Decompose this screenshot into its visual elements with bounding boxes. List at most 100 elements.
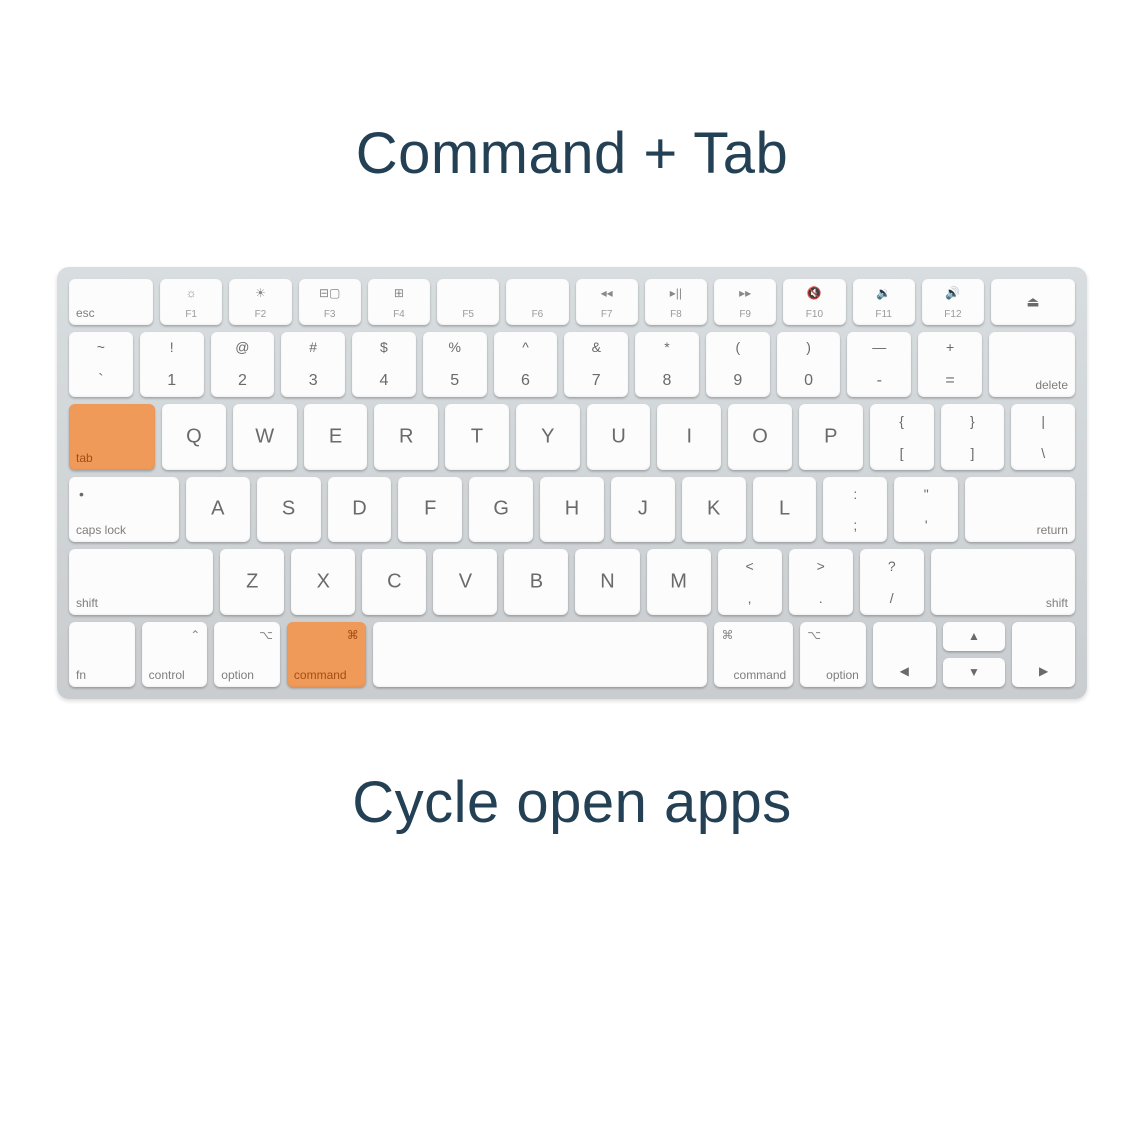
key-option-left[interactable]: ⌥option	[214, 622, 280, 687]
key-arrow-right[interactable]: ▶	[1012, 622, 1075, 687]
key-m[interactable]: M	[647, 549, 711, 614]
key-eject[interactable]: ⏏	[991, 279, 1075, 325]
key-return[interactable]: return	[965, 477, 1075, 542]
key-f6[interactable]: F6	[506, 279, 568, 325]
key-k[interactable]: K	[682, 477, 746, 542]
key-e[interactable]: E	[304, 404, 368, 469]
key-9[interactable]: (9	[706, 332, 770, 397]
key-caps-lock[interactable]: •caps lock	[69, 477, 179, 542]
key-lower: 2	[211, 372, 275, 390]
key-label: tab	[76, 451, 93, 465]
key-l[interactable]: L	[753, 477, 817, 542]
key-s[interactable]: S	[257, 477, 321, 542]
key-f1[interactable]: ☼F1	[160, 279, 222, 325]
key-f5[interactable]: F5	[437, 279, 499, 325]
key-label: Z	[246, 570, 258, 593]
key-p[interactable]: P	[799, 404, 863, 469]
key-quote[interactable]: "'	[894, 477, 958, 542]
key-f9[interactable]: ▸▸F9	[714, 279, 776, 325]
key-arrow-left[interactable]: ◀	[873, 622, 936, 687]
key-f11[interactable]: 🔉F11	[853, 279, 915, 325]
key-y[interactable]: Y	[516, 404, 580, 469]
key-lower: 4	[352, 372, 416, 390]
key-f10[interactable]: 🔇F10	[783, 279, 845, 325]
key-delete[interactable]: delete	[989, 332, 1075, 397]
key-shift-left[interactable]: shift	[69, 549, 213, 614]
key-6[interactable]: ^6	[494, 332, 558, 397]
key-label: F2	[229, 309, 291, 320]
key-label: J	[638, 498, 648, 521]
key-3[interactable]: #3	[281, 332, 345, 397]
key-z[interactable]: Z	[220, 549, 284, 614]
arrow-left-icon: ◀	[900, 664, 909, 678]
key-d[interactable]: D	[328, 477, 392, 542]
key-o[interactable]: O	[728, 404, 792, 469]
key-0[interactable]: )0	[777, 332, 841, 397]
key-1[interactable]: !1	[140, 332, 204, 397]
key-command-left[interactable]: ⌘ command	[287, 622, 366, 687]
key-n[interactable]: N	[575, 549, 639, 614]
key-h[interactable]: H	[540, 477, 604, 542]
key-label: A	[211, 498, 224, 521]
key-semicolon[interactable]: :;	[823, 477, 887, 542]
key-f8[interactable]: ▸||F8	[645, 279, 707, 325]
key-label: H	[565, 498, 579, 521]
key-u[interactable]: U	[587, 404, 651, 469]
key-tab[interactable]: tab	[69, 404, 155, 469]
key-period[interactable]: >.	[789, 549, 853, 614]
key-f3[interactable]: ⊟▢F3	[299, 279, 361, 325]
shortcut-description: Cycle open apps	[352, 769, 792, 836]
key-5[interactable]: %5	[423, 332, 487, 397]
key-label: command	[294, 668, 347, 682]
key-c[interactable]: C	[362, 549, 426, 614]
key-8[interactable]: *8	[635, 332, 699, 397]
key-f4[interactable]: ⊞F4	[368, 279, 430, 325]
key-bracket-right[interactable]: }]	[941, 404, 1005, 469]
key-icon: ☀	[229, 286, 291, 300]
key-command-right[interactable]: ⌘command	[714, 622, 793, 687]
key-comma[interactable]: <,	[718, 549, 782, 614]
key-control[interactable]: ⌃control	[142, 622, 208, 687]
key-f12[interactable]: 🔊F12	[922, 279, 984, 325]
command-icon: ⌘	[347, 628, 359, 642]
key-t[interactable]: T	[445, 404, 509, 469]
key-equals[interactable]: +=	[918, 332, 982, 397]
key-esc[interactable]: esc	[69, 279, 153, 325]
key-fn[interactable]: fn	[69, 622, 135, 687]
key-j[interactable]: J	[611, 477, 675, 542]
key-f7[interactable]: ◂◂F7	[576, 279, 638, 325]
key-label: V	[459, 570, 472, 593]
key-arrow-down[interactable]: ▼	[943, 658, 1006, 687]
key-slash[interactable]: ?/	[860, 549, 924, 614]
key-minus[interactable]: —-	[847, 332, 911, 397]
key-x[interactable]: X	[291, 549, 355, 614]
key-lower: 0	[777, 372, 841, 390]
key-7[interactable]: &7	[564, 332, 628, 397]
key-option-right[interactable]: ⌥option	[800, 622, 866, 687]
key-q[interactable]: Q	[162, 404, 226, 469]
key-space[interactable]	[373, 622, 708, 687]
key-i[interactable]: I	[657, 404, 721, 469]
key-tilde[interactable]: ~`	[69, 332, 133, 397]
key-w[interactable]: W	[233, 404, 297, 469]
key-label: G	[493, 498, 509, 521]
key-bracket-left[interactable]: {[	[870, 404, 934, 469]
key-shift-right[interactable]: shift	[931, 549, 1075, 614]
key-lower: ,	[718, 590, 782, 606]
key-a[interactable]: A	[186, 477, 250, 542]
key-v[interactable]: V	[433, 549, 497, 614]
key-r[interactable]: R	[374, 404, 438, 469]
key-arrow-up[interactable]: ▲	[943, 622, 1006, 651]
key-lower: \	[1011, 445, 1075, 461]
key-upper: }	[941, 413, 1005, 429]
key-b[interactable]: B	[504, 549, 568, 614]
key-4[interactable]: $4	[352, 332, 416, 397]
key-f2[interactable]: ☀ F2	[229, 279, 291, 325]
row-qwerty: tab Q W E R T Y U I O P {[ }] |\	[69, 404, 1075, 469]
key-backslash[interactable]: |\	[1011, 404, 1075, 469]
key-f[interactable]: F	[398, 477, 462, 542]
key-g[interactable]: G	[469, 477, 533, 542]
key-label: fn	[76, 668, 86, 682]
eject-icon: ⏏	[1026, 293, 1039, 310]
key-2[interactable]: @2	[211, 332, 275, 397]
